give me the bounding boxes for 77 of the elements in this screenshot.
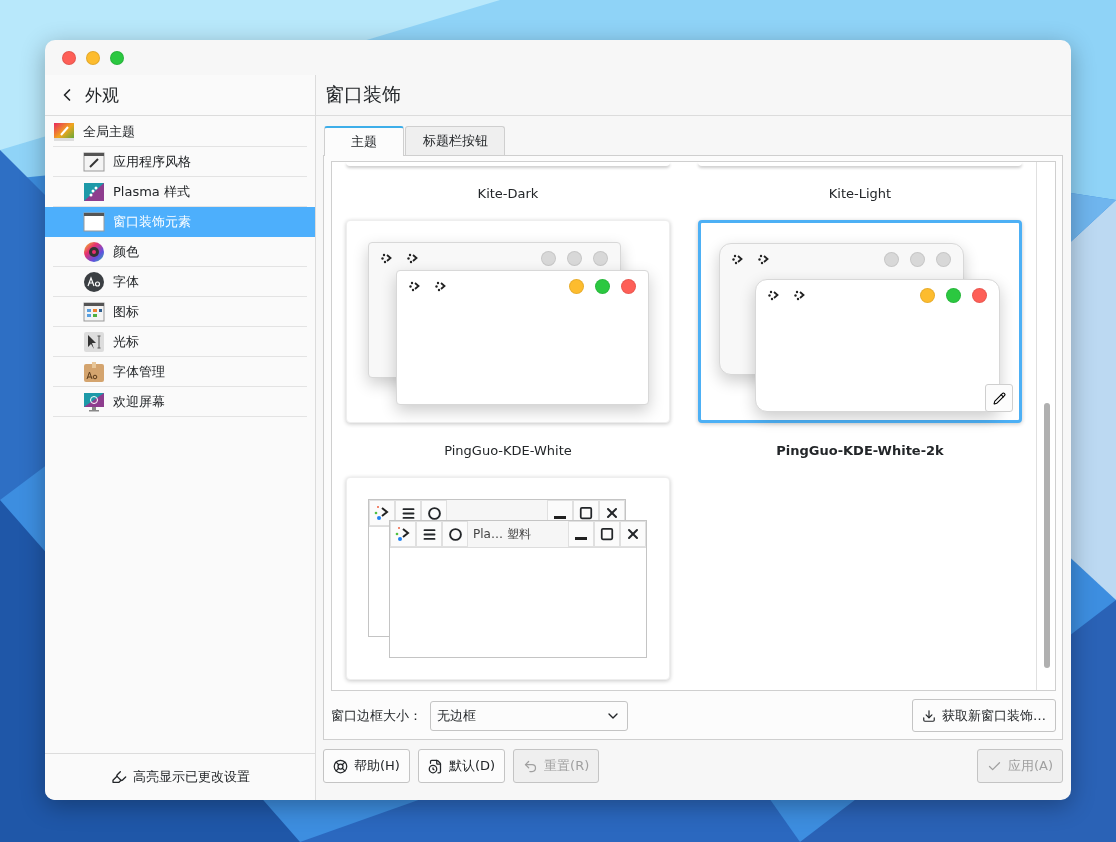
logo-icon	[409, 280, 421, 292]
monitor-icon	[83, 391, 105, 413]
circle-icon	[427, 506, 441, 520]
minimize-dot	[569, 279, 584, 294]
sidebar-item[interactable]: 颜色	[45, 237, 315, 267]
close-dot	[972, 288, 987, 303]
theme-name: PingGuo-KDE-White-2k	[776, 442, 944, 458]
tab[interactable]: 标题栏按钮	[405, 126, 505, 155]
sidebar-item[interactable]: 全局主题	[45, 117, 315, 147]
button-dot	[936, 252, 951, 267]
sidebar-item[interactable]: Plasma 样式	[45, 177, 315, 207]
highlighter-icon	[110, 769, 127, 785]
highlight-changes-button[interactable]: 高亮显示已更改设置	[106, 766, 254, 788]
close-dot[interactable]	[62, 50, 76, 65]
minimize-icon	[554, 516, 566, 519]
download-icon	[922, 708, 936, 723]
close-icon	[625, 526, 641, 542]
border-size-select[interactable]: 无边框	[430, 700, 628, 731]
tab[interactable]: 主题	[324, 126, 404, 156]
palette-icon	[53, 121, 75, 143]
brush-window-icon	[83, 151, 105, 173]
app-icon	[374, 505, 390, 521]
sidebar-item[interactable]: 字体管理	[45, 357, 315, 387]
close-icon	[604, 505, 620, 521]
footer-button[interactable]: 默认(D)	[417, 749, 506, 783]
logo-icon	[407, 252, 419, 264]
menu-icon	[400, 505, 416, 521]
window-icon	[83, 211, 105, 233]
logo-icon	[435, 280, 447, 292]
sidebar-item[interactable]: 图标	[45, 297, 315, 327]
close-dot	[621, 279, 636, 294]
logo-icon	[794, 289, 806, 301]
sidebar-item[interactable]: 欢迎屏幕	[45, 387, 315, 417]
cursor-icon	[83, 331, 105, 353]
theme-card[interactable]: Pla… 塑料	[346, 477, 670, 680]
logo-icon	[768, 289, 780, 301]
sidebar-item[interactable]: 字体	[45, 267, 315, 297]
document-icon	[427, 758, 443, 774]
theme-name: Kite-Light	[828, 185, 892, 201]
circle-icon	[448, 527, 462, 541]
maximize-dot	[946, 288, 961, 303]
button-dot	[567, 251, 582, 266]
minimize-dot	[920, 288, 935, 303]
minimize-icon	[575, 537, 587, 540]
sidebar-item[interactable]: 光标	[45, 327, 315, 357]
logo-icon	[732, 253, 744, 265]
undo-icon	[523, 758, 539, 774]
font-icon	[83, 271, 105, 293]
logo-icon	[381, 252, 393, 264]
maximize-icon	[600, 527, 614, 541]
footer-button[interactable]: 帮助(H)	[323, 749, 410, 783]
page-title: 窗口装饰	[325, 82, 401, 107]
edit-button[interactable]	[985, 384, 1013, 412]
theme-name: PingGuo-KDE-White	[444, 442, 572, 458]
pencil-icon	[992, 391, 1006, 405]
maximize-icon	[579, 506, 593, 520]
theme-name: Kite-Dark	[477, 185, 539, 201]
plasma-icon	[83, 181, 105, 203]
icons-icon	[83, 301, 105, 323]
border-size-label: 窗口边框大小：	[331, 706, 422, 725]
button-dot	[541, 251, 556, 266]
maximize-dot	[595, 279, 610, 294]
button-dot	[884, 252, 899, 267]
button-dot	[593, 251, 608, 266]
lifebuoy-icon	[333, 758, 348, 774]
minimize-dot[interactable]	[86, 50, 100, 65]
logo-icon	[758, 253, 770, 265]
color-wheel-icon	[83, 241, 105, 263]
maximize-dot[interactable]	[110, 50, 124, 65]
app-icon	[395, 526, 411, 542]
sidebar-title: 外观	[85, 83, 119, 107]
window-title: Pla… 塑料	[472, 525, 532, 543]
menu-icon	[421, 526, 437, 542]
sidebar-item[interactable]: 应用程序风格	[45, 147, 315, 177]
font-box-icon	[83, 361, 105, 383]
button-dot	[910, 252, 925, 267]
get-new-button[interactable]: 获取新窗口装饰…	[912, 699, 1056, 732]
